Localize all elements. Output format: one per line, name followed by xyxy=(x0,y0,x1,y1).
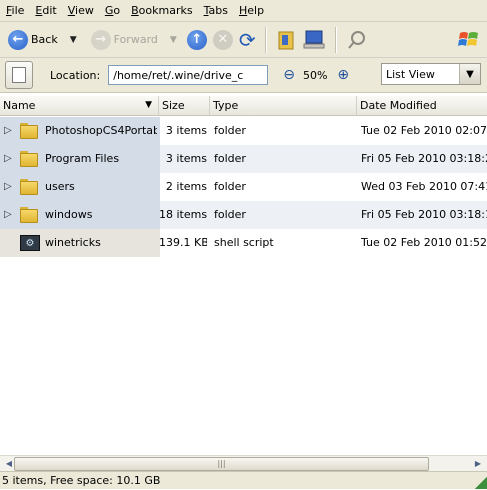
back-history-dropdown[interactable]: ▼ xyxy=(61,25,80,55)
expand-arrow-icon[interactable]: ▷ xyxy=(4,145,12,173)
forward-history-dropdown[interactable]: ▼ xyxy=(161,25,180,55)
scrollbar-thumb[interactable]: ||| xyxy=(14,457,429,471)
zoom-level[interactable]: 50% xyxy=(303,69,327,82)
reload-icon: ⟳ xyxy=(238,27,256,52)
list-item[interactable]: ▷ PhotoshopCS4Portable 3 items folder Tu… xyxy=(0,117,487,145)
expand-arrow-icon[interactable]: ▷ xyxy=(4,173,12,201)
status-text: 5 items, Free space: 10.1 GB xyxy=(2,474,161,487)
folder-icon xyxy=(20,179,38,195)
stop-icon: ✕ xyxy=(212,29,233,50)
column-header-date[interactable]: Date Modified xyxy=(357,96,487,115)
search-button[interactable] xyxy=(343,25,371,55)
search-icon xyxy=(347,30,365,49)
location-label: Location: xyxy=(50,68,101,82)
menu-bookmarks[interactable]: Bookmarks xyxy=(125,0,197,21)
forward-button[interactable]: → Forward xyxy=(88,25,161,55)
dropdown-arrow-icon: ▼ xyxy=(169,34,177,45)
list-item[interactable]: ▷ windows 18 items folder Fri 05 Feb 201… xyxy=(0,201,487,229)
computer-button[interactable] xyxy=(299,25,329,55)
menu-help[interactable]: Help xyxy=(233,0,269,21)
toolbar-separator xyxy=(264,26,267,53)
menu-tabs[interactable]: Tabs xyxy=(198,0,233,21)
forward-arrow-icon: → xyxy=(90,29,111,50)
location-bar: Location: ⊖ 50% ⊕ List View ▼ xyxy=(0,58,487,93)
toggle-location-button[interactable] xyxy=(5,61,33,89)
document-icon xyxy=(12,67,26,83)
computer-icon xyxy=(303,30,325,48)
menu-view[interactable]: View xyxy=(62,0,99,21)
folder-icon xyxy=(20,151,38,167)
view-mode-select[interactable]: List View ▼ xyxy=(381,63,481,85)
column-header-name[interactable]: Name ▼ xyxy=(0,96,159,115)
column-header-type[interactable]: Type xyxy=(210,96,357,115)
back-arrow-icon: ← xyxy=(8,29,28,50)
dropdown-arrow-icon: ▼ xyxy=(69,34,77,45)
list-item[interactable]: ▷ Program Files 3 items folder Fri 05 Fe… xyxy=(0,145,487,173)
list-item[interactable]: ▷ users 2 items folder Wed 03 Feb 2010 0… xyxy=(0,173,487,201)
toolbar-separator xyxy=(334,26,337,53)
back-button[interactable]: ← Back xyxy=(5,25,61,55)
up-button[interactable]: ↑ xyxy=(184,25,210,55)
resize-grip-icon[interactable] xyxy=(475,477,487,489)
expand-arrow-icon[interactable]: ▷ xyxy=(4,201,12,229)
expand-arrow-icon[interactable]: ▷ xyxy=(4,117,12,145)
shell-script-icon: ⚙ xyxy=(20,235,40,251)
list-item[interactable]: ⚙ winetricks 139.1 KB shell script Tue 0… xyxy=(0,229,487,257)
folder-icon xyxy=(20,123,38,139)
scroll-right-icon[interactable]: ▶ xyxy=(471,457,485,470)
home-folder-icon xyxy=(278,31,294,49)
dropdown-arrow-icon: ▼ xyxy=(459,64,480,84)
menu-go[interactable]: Go xyxy=(99,0,125,21)
column-header-size[interactable]: Size xyxy=(159,96,210,115)
location-input[interactable] xyxy=(108,65,269,85)
column-headers: Name ▼ Size Type Date Modified xyxy=(0,96,487,116)
stop-button[interactable]: ✕ xyxy=(210,25,236,55)
zoom-in-icon[interactable]: ⊕ xyxy=(337,67,349,83)
reload-button[interactable]: ⟳ xyxy=(236,25,259,55)
zoom-out-icon[interactable]: ⊖ xyxy=(283,67,295,83)
horizontal-scrollbar[interactable]: ◀ ||| ▶ xyxy=(0,455,487,471)
sort-descending-icon: ▼ xyxy=(145,100,152,110)
folder-icon xyxy=(20,207,38,223)
menu-file[interactable]: File xyxy=(0,0,29,21)
status-bar: 5 items, Free space: 10.1 GB xyxy=(0,471,487,489)
file-list: ▷ PhotoshopCS4Portable 3 items folder Tu… xyxy=(0,117,487,257)
navigation-toolbar: ← Back ▼ → Forward ▼ ↑ ✕ ⟳ xyxy=(0,22,487,58)
up-arrow-icon: ↑ xyxy=(186,29,207,50)
home-button[interactable] xyxy=(273,25,299,55)
menu-bar: File Edit View Go Bookmarks Tabs Help xyxy=(0,0,487,22)
menu-edit[interactable]: Edit xyxy=(29,0,61,21)
view-mode-label: List View xyxy=(386,67,435,81)
windows-logo-icon xyxy=(455,25,483,55)
